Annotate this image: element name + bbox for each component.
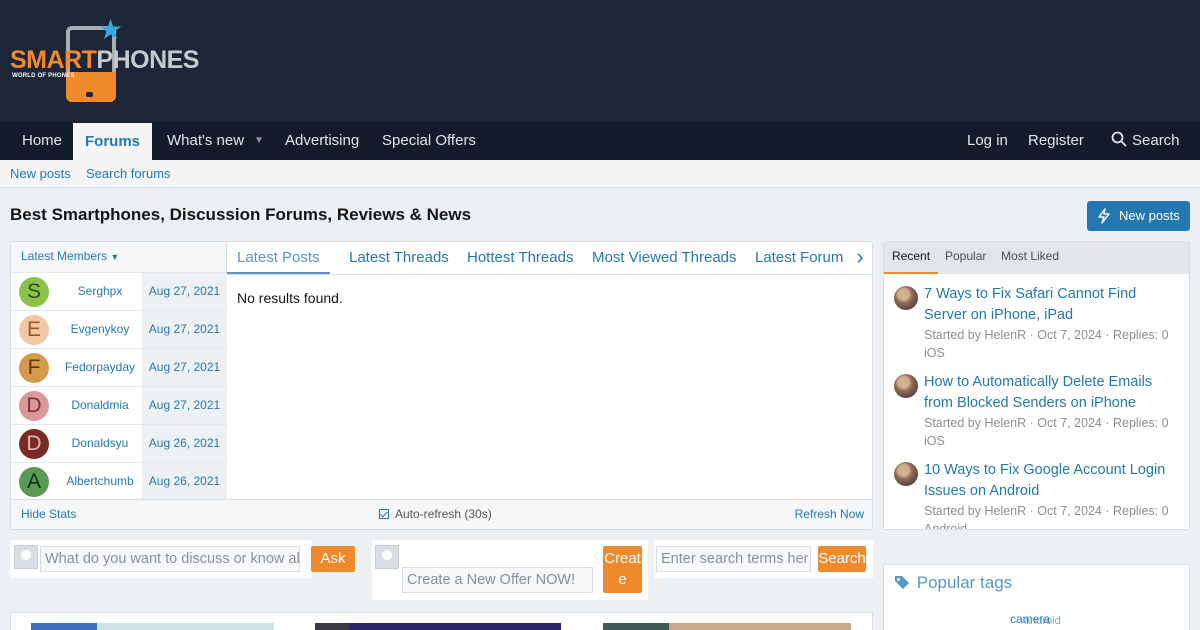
tab-popular[interactable]: Popular [945,242,986,274]
checkbox-icon [379,509,389,519]
ask-input[interactable]: What do you want to discuss or know ab [40,546,300,572]
sidebar-new-posts: Recent Popular Most Liked 7 Ways to Fix … [883,241,1190,530]
site-header: ★ SMARTPHONES WORLD OF PHONES [0,0,1200,122]
member-name-link[interactable]: Evgenykoy [57,311,143,348]
tags-icon [895,576,909,589]
latest-members-panel: Latest Members ▼ S Serghpx Aug 27, 2021 E Ev… [11,242,227,501]
member-row: E Evgenykoy Aug 27, 2021 [11,311,227,349]
stats-tabs: Latest Posts Latest Threads Hottest Thre… [227,242,872,275]
offer-input[interactable]: Create a New Offer NOW! [402,567,593,593]
create-offer-button[interactable]: Creat e [603,546,642,593]
refresh-now-link[interactable]: Refresh Now [795,500,864,528]
featured-articles [10,612,873,630]
member-join-date: Aug 27, 2021 [142,273,227,310]
forum-stats-block: Latest Members ▼ S Serghpx Aug 27, 2021 E Ev… [10,241,873,530]
member-row: D Donaldsyu Aug 26, 2021 [11,425,227,463]
avatar[interactable] [894,462,918,486]
star-icon: ★ [98,14,124,45]
avatar[interactable]: D [19,429,49,459]
sidebar-tabs: Recent Popular Most Liked [884,242,1189,274]
chevron-down-icon[interactable]: ▼ [254,122,264,160]
user-avatar-icon [14,545,38,569]
search-input[interactable]: Enter search terms her [656,546,811,572]
tab-latest-posts[interactable]: Latest Posts [227,242,330,274]
offer-widget: Create a New Offer NOW! Creat e [372,540,648,600]
stats-footer: Hide Stats Auto-refresh (30s) Refresh No… [11,499,872,529]
member-join-date: Aug 27, 2021 [142,311,227,348]
article-thumbnail[interactable] [603,623,851,630]
post-title-link[interactable]: 7 Ways to Fix Safari Cannot Find Server … [924,284,1179,326]
member-join-date: Aug 27, 2021 [142,349,227,386]
nav-whats-new[interactable]: What's new [167,122,244,160]
member-row: S Serghpx Aug 27, 2021 [11,273,227,311]
new-posts-button[interactable]: New posts [1087,201,1190,231]
avatar[interactable]: S [19,277,49,307]
ask-button[interactable]: Ask [311,546,355,572]
avatar[interactable]: F [19,353,49,383]
search-nav-button[interactable]: Search [1111,122,1180,160]
hide-stats-link[interactable]: Hide Stats [21,500,76,528]
member-name-link[interactable]: Donaldsyu [57,425,143,462]
avatar[interactable]: A [19,467,49,497]
logo-tagline: WORLD OF PHONES [12,73,75,79]
register-link[interactable]: Register [1028,122,1084,160]
search-icon [1111,131,1127,147]
post-forum-link[interactable]: iOS [924,432,1179,450]
tab-latest-forum-news[interactable]: Latest Forum N [755,242,858,274]
avatar[interactable] [894,374,918,398]
tab-most-liked[interactable]: Most Liked [1001,242,1059,274]
member-name-link[interactable]: Albertchumb [57,463,143,500]
nav-advertising[interactable]: Advertising [285,122,359,160]
post-title-link[interactable]: How to Automatically Delete Emails from … [924,372,1179,414]
search-button[interactable]: Search [818,546,866,572]
member-join-date: Aug 26, 2021 [142,425,227,462]
site-logo[interactable]: ★ SMARTPHONES WORLD OF PHONES [10,16,199,105]
member-join-date: Aug 26, 2021 [142,463,227,500]
post-meta: Started by HelenR · Oct 7, 2024 · Replie… [924,328,1169,342]
new-posts-link[interactable]: New posts [10,160,71,188]
search-forums-link[interactable]: Search forums [86,160,171,188]
member-name-link[interactable]: Serghpx [57,273,143,310]
avatar[interactable]: D [19,391,49,421]
tab-most-viewed-threads[interactable]: Most Viewed Threads [592,242,737,274]
sub-nav: New posts Search forums [0,160,1200,188]
page-title: Best Smartphones, Discussion Forums, Rev… [10,205,472,224]
member-row: F Fedorpayday Aug 27, 2021 [11,349,227,387]
post-forum-link[interactable]: iOS [924,344,1179,362]
article-thumbnail[interactable] [315,623,561,630]
main-nav: Home Forums What's new ▼ Advertising Spe… [0,122,1200,160]
member-name-link[interactable]: Fedorpayday [57,349,143,386]
member-join-date: Aug 27, 2021 [142,387,227,424]
member-row: D Donaldmia Aug 27, 2021 [11,387,227,425]
caret-down-icon: ▼ [110,252,120,262]
tab-latest-threads[interactable]: Latest Threads [349,242,449,274]
member-row: A Albertchumb Aug 26, 2021 [11,463,227,501]
user-avatar-icon [375,545,399,569]
chevron-right-icon[interactable]: › [846,242,872,274]
nav-home[interactable]: Home [22,122,62,160]
tab-recent[interactable]: Recent [884,242,939,274]
article-thumbnail[interactable] [31,623,274,630]
post-title-link[interactable]: 10 Ways to Fix Google Account Login Issu… [924,460,1179,502]
nav-special-offers[interactable]: Special Offers [382,122,476,160]
latest-members-dropdown[interactable]: Latest Members ▼ [11,242,226,273]
member-name-link[interactable]: Donaldmia [57,387,143,424]
logo-wordmark: SMARTPHONES [10,46,199,74]
popular-tags-title: Popular tags [894,573,1012,593]
empty-message: No results found. [237,290,343,306]
post-meta: Started by HelenR · Oct 7, 2024 · Replie… [924,504,1169,518]
avatar[interactable] [894,286,918,310]
search-widget: Enter search terms her Search [654,540,873,578]
avatar[interactable]: E [19,315,49,345]
post-meta: Started by HelenR · Oct 7, 2024 · Replie… [924,416,1169,430]
tag-android[interactable]: android [1024,615,1061,627]
login-link[interactable]: Log in [967,122,1008,160]
post-forum-link[interactable]: Android [924,520,1179,529]
bolt-icon [1098,208,1110,224]
tab-hottest-threads[interactable]: Hottest Threads [467,242,573,274]
nav-forums[interactable]: Forums [73,123,153,160]
auto-refresh-toggle[interactable]: Auto-refresh (30s) [379,500,492,528]
popular-tags-widget: Popular tags camera android [883,564,1190,630]
ask-widget: What do you want to discuss or know ab A… [10,540,355,578]
